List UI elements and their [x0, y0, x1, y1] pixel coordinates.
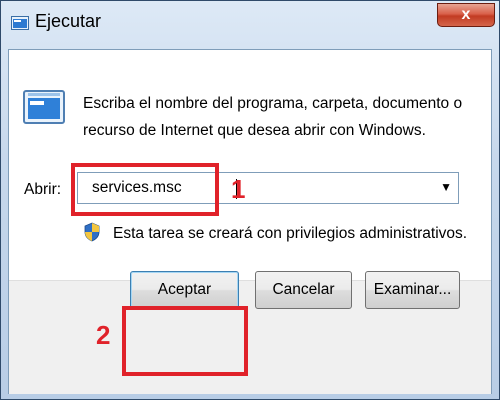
- uac-shield-icon: [84, 222, 100, 242]
- title-bar[interactable]: Ejecutar x: [1, 1, 499, 43]
- annotation-box-input: [71, 163, 219, 216]
- chevron-down-icon[interactable]: ▼: [440, 180, 452, 194]
- annotation-box-ok: [122, 306, 248, 376]
- ok-button[interactable]: Aceptar: [130, 271, 239, 309]
- browse-button[interactable]: Examinar...: [365, 271, 460, 309]
- run-description: Escriba el nombre del programa, carpeta,…: [83, 95, 463, 139]
- run-icon: [11, 16, 29, 30]
- open-label: Abrir:: [24, 181, 62, 198]
- dialog-client-area: Escriba el nombre del programa, carpeta,…: [8, 49, 492, 394]
- admin-privileges-note: Esta tarea se creará con privilegios adm…: [113, 225, 468, 242]
- close-button[interactable]: x: [437, 3, 495, 27]
- annotation-number-1: 1: [231, 174, 246, 204]
- run-program-icon: [23, 90, 65, 124]
- window-title: Ejecutar: [35, 11, 102, 31]
- cancel-button[interactable]: Cancelar: [255, 271, 352, 309]
- annotation-number-2: 2: [96, 320, 111, 350]
